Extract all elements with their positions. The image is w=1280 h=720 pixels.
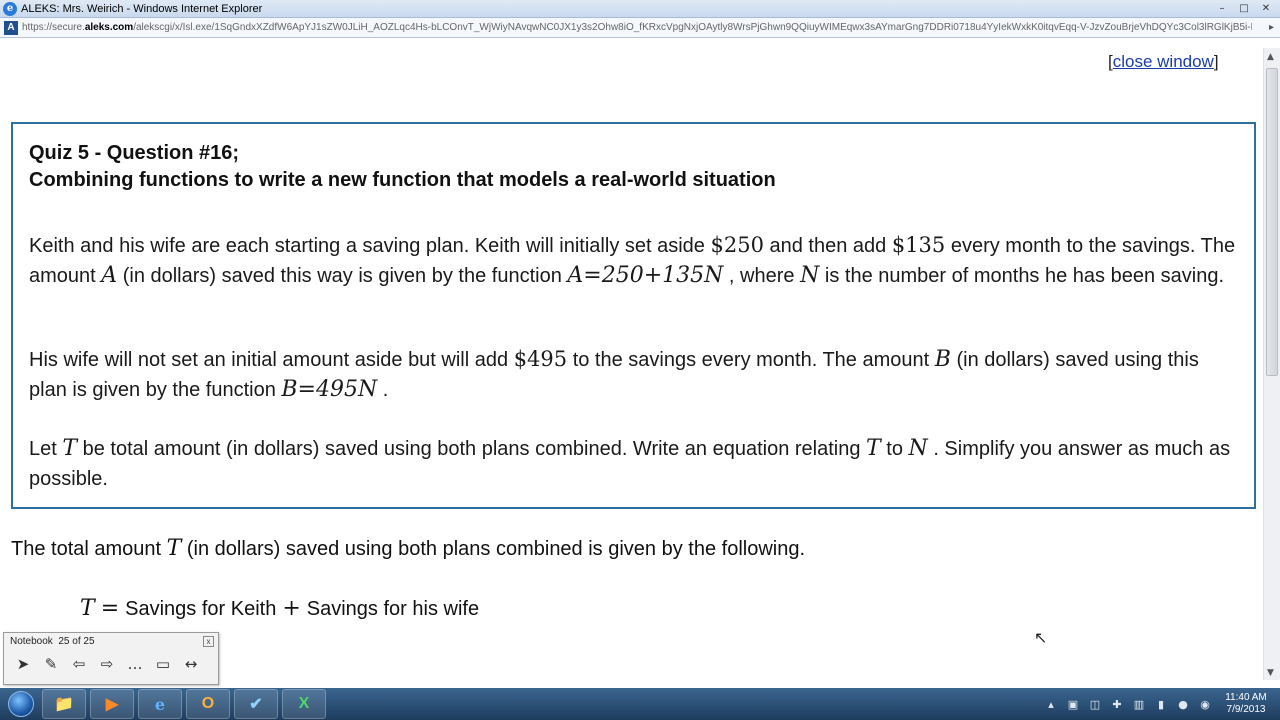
question-paragraph-wife: His wife will not set an initial amount … xyxy=(29,347,1199,402)
tray-app-icon[interactable]: ▣ xyxy=(1066,697,1080,711)
more-options-icon[interactable]: … xyxy=(124,653,146,675)
window-titlebar: e ALEKS: Mrs. Weirich - Windows Internet… xyxy=(0,0,1280,18)
system-tray: ▴ ▣ ◫ ✚ ▥ ▮ ● ◉ 11:40 AM 7/9/2013 xyxy=(1040,688,1280,720)
window-controls: – □ ✕ xyxy=(1212,1,1276,16)
network-icon[interactable]: ▥ xyxy=(1132,697,1146,711)
screen-icon[interactable]: ▭ xyxy=(152,653,174,675)
next-page-icon[interactable]: ⇨ xyxy=(96,653,118,675)
question-paragraph-task: Let T be total amount (in dollars) saved… xyxy=(29,436,1231,490)
media-player-icon[interactable]: ▶ xyxy=(90,689,134,719)
resize-icon[interactable]: ↔ xyxy=(180,653,202,675)
show-hidden-icons-icon[interactable]: ▴ xyxy=(1044,697,1058,711)
volume-icon[interactable]: ▮ xyxy=(1154,697,1168,711)
internet-explorer-taskbar-icon[interactable]: e xyxy=(138,689,182,719)
solution-equation: T = Savings for Keith + Savings for his wife xyxy=(80,596,480,621)
tray-window-icon[interactable]: ◫ xyxy=(1088,697,1102,711)
taskbar-clock[interactable]: 11:40 AM 7/9/2013 xyxy=(1216,692,1276,716)
notebook-close-icon[interactable]: x xyxy=(203,636,214,647)
question-title: Quiz 5 - Question #16; Combining functio… xyxy=(29,142,776,191)
minimize-button[interactable]: – xyxy=(1212,1,1232,16)
start-button[interactable] xyxy=(4,689,38,719)
notebook-header: Notebook 25 of 25 x xyxy=(4,633,218,651)
notebook-page-count: 25 of 25 xyxy=(58,636,95,647)
record-icon[interactable]: ● xyxy=(1176,697,1190,711)
scroll-down-icon[interactable]: ▼ xyxy=(1267,668,1274,678)
notebook-title: Notebook xyxy=(10,636,53,647)
solution-intro: The total amount T (in dollars) saved us… xyxy=(11,536,806,561)
clock-time: 11:40 AM xyxy=(1225,692,1267,703)
question-box: Quiz 5 - Question #16; Combining functio… xyxy=(11,122,1256,509)
windows-start-icon xyxy=(8,691,34,717)
pen-tool-icon[interactable]: ✎ xyxy=(40,653,62,675)
notes-app-icon[interactable]: ✔ xyxy=(234,689,278,719)
previous-page-icon[interactable]: ⇦ xyxy=(68,653,90,675)
file-explorer-icon[interactable]: 📁 xyxy=(42,689,86,719)
notebook-tools: ➤ ✎ ⇦ ⇨ … ▭ ↔ xyxy=(4,651,218,677)
notebook-toolbar: Notebook 25 of 25 x ➤ ✎ ⇦ ⇨ … ▭ ↔ xyxy=(3,632,219,685)
scroll-thumb[interactable] xyxy=(1266,68,1278,376)
excel-icon[interactable]: X xyxy=(282,689,326,719)
aleks-site-icon: A xyxy=(4,20,18,35)
vertical-scrollbar[interactable]: ▲ ▼ xyxy=(1263,48,1280,680)
address-bar[interactable]: A https://secure.aleks.com/alekscgi/x/Is… xyxy=(0,18,1280,38)
scroll-up-icon[interactable]: ▲ xyxy=(1267,52,1274,62)
mouse-cursor-icon: ↖ xyxy=(1034,628,1048,647)
window-title: ALEKS: Mrs. Weirich - Windows Internet E… xyxy=(21,2,263,15)
action-center-icon[interactable]: ✚ xyxy=(1110,697,1124,711)
internet-explorer-icon: e xyxy=(3,1,17,16)
maximize-button[interactable]: □ xyxy=(1234,1,1254,16)
globe-icon[interactable]: ◉ xyxy=(1198,697,1212,711)
clock-date: 7/9/2013 xyxy=(1226,704,1266,715)
close-button[interactable]: ✕ xyxy=(1256,1,1276,16)
close-window-link[interactable]: close window xyxy=(1113,52,1214,71)
windows-taskbar: 📁 ▶ e O ✔ X ▴ ▣ ◫ ✚ ▥ ▮ ● ◉ 11:40 AM 7/9… xyxy=(0,688,1280,720)
pointer-tool-icon[interactable]: ➤ xyxy=(12,653,34,675)
close-window-control: [close window] xyxy=(1108,52,1219,71)
address-scroll-right-icon[interactable]: ▸ xyxy=(1269,22,1274,33)
outlook-icon[interactable]: O xyxy=(186,689,230,719)
url-text[interactable]: https://secure.aleks.com/alekscgi/x/Isl.… xyxy=(22,22,1252,33)
question-paragraph-keith: Keith and his wife are each starting a s… xyxy=(29,233,1236,288)
